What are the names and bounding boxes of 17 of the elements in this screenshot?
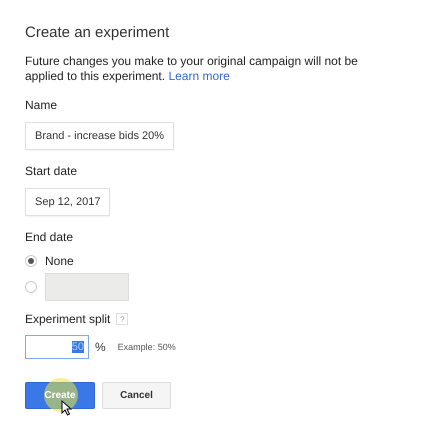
option-label: None [45, 254, 74, 268]
cancel-button[interactable]: Cancel [102, 382, 171, 409]
field-label: Start date [25, 164, 78, 178]
radio-button[interactable] [25, 255, 37, 267]
dialog-title: Create an experiment [25, 24, 170, 41]
start-date-field[interactable]: Sep 12, 2017 [25, 188, 110, 216]
help-icon[interactable]: ? [116, 313, 128, 325]
field-label: End date [25, 230, 74, 244]
field-label: Experiment split [25, 312, 110, 326]
percent-sign: % [95, 340, 106, 354]
name-field[interactable]: Brand - increase bids 20% [25, 122, 174, 150]
description-text: Future changes you make to your original campaign will not be applied to this experiment. Learn more [25, 54, 359, 84]
learn-more-link[interactable]: Learn more [168, 69, 230, 83]
example-hint: Example: 50% [118, 342, 176, 352]
click-highlight [44, 378, 78, 412]
field-label: Name [25, 98, 58, 112]
cursor-icon [61, 400, 72, 416]
